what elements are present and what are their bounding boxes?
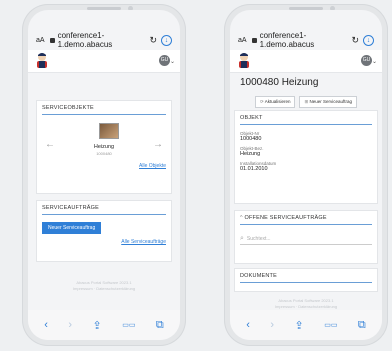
all-orders-link[interactable]: Alle Serviceaufträge: [121, 239, 166, 245]
mascot-logo-icon[interactable]: [236, 52, 252, 70]
app-header: GU ⌄: [28, 50, 180, 73]
tabs-icon[interactable]: ⧉: [358, 319, 366, 332]
lock-icon: [49, 37, 55, 43]
chevron-down-icon[interactable]: ⌄: [372, 58, 377, 65]
address-bar[interactable]: aA conference1-1.demo.abacus ↻ ↓: [36, 31, 172, 49]
phone-left: aA conference1-1.demo.abacus ↻ ↓ GU ⌄ SE…: [22, 4, 186, 346]
section-title: OFFENE SERVICEAUFTRÄGE: [244, 215, 327, 221]
search-input[interactable]: ⌕ Suchtext...: [240, 233, 372, 245]
reload-icon[interactable]: ↻: [351, 35, 359, 46]
field-list: Objekt-Nr 1000480 Objekt-Bez. Heizung In…: [235, 125, 377, 172]
section-title: OBJEKT: [240, 111, 372, 125]
reload-icon[interactable]: ↻: [149, 35, 157, 46]
field-value: 01.01.2010: [240, 166, 268, 172]
avatar[interactable]: GU: [159, 55, 170, 66]
new-order-label: Neuer Serviceauftrag: [309, 99, 353, 104]
service-objects-card: SERVICEOBJEKTE ← Heizung 1000480 → Alle …: [36, 100, 172, 194]
bookmarks-icon[interactable]: ▭▭: [122, 321, 135, 329]
arrow-right-icon[interactable]: →: [153, 139, 163, 150]
screen-right: aA conference1-1.demo.abacus ↻ ↓ GU ⌄ 10…: [230, 10, 382, 340]
service-orders-card: SERVICEAUFTRÄGE Neuer Serviceauftrag All…: [36, 200, 172, 262]
action-row: ⟳ Aktualisieren ⊞ Neuer Serviceauftrag: [230, 96, 382, 108]
forward-icon[interactable]: ›: [270, 319, 274, 331]
screen-left: aA conference1-1.demo.abacus ↻ ↓ GU ⌄ SE…: [28, 10, 180, 340]
browser-toolbar: ‹ › ⇪ ▭▭ ⧉: [28, 310, 180, 340]
refresh-label: Aktualisieren: [264, 99, 291, 104]
object-card: OBJEKT Objekt-Nr 1000480 Objekt-Bez. Hei…: [234, 110, 378, 204]
all-objects-link[interactable]: Alle Objekte: [139, 163, 166, 169]
section-title: SERVICEOBJEKTE: [42, 101, 166, 115]
avatar[interactable]: GU: [361, 55, 372, 66]
refresh-button[interactable]: ⟳ Aktualisieren: [254, 96, 296, 108]
footer: Abacus Portal Software 2023.1 Impressum …: [230, 298, 382, 310]
documents-card: DOKUMENTE: [234, 268, 378, 292]
object-name: Heizung: [93, 144, 115, 150]
chevron-down-icon[interactable]: ⌄: [170, 58, 175, 65]
phone-right: aA conference1-1.demo.abacus ↻ ↓ GU ⌄ 10…: [224, 4, 388, 346]
field-value: 1000480: [240, 136, 262, 142]
mascot-logo-icon[interactable]: [34, 52, 50, 70]
object-number: 1000480: [96, 151, 112, 156]
section-title: DOKUMENTE: [240, 269, 372, 283]
open-orders-card: ^ OFFENE SERVICEAUFTRÄGE ⌕ Suchtext...: [234, 210, 378, 264]
forward-icon[interactable]: ›: [68, 319, 72, 331]
search-icon: ⌕: [240, 234, 244, 242]
url-text[interactable]: conference1-1.demo.abacus: [260, 31, 352, 49]
search-placeholder: Suchtext...: [246, 235, 271, 242]
app-header: GU ⌄: [230, 50, 382, 73]
section-title: SERVICEAUFTRÄGE: [42, 201, 166, 215]
tabs-icon[interactable]: ⧉: [156, 319, 164, 332]
back-icon[interactable]: ‹: [44, 319, 48, 331]
object-thumbnail[interactable]: [99, 123, 119, 139]
bookmarks-icon[interactable]: ▭▭: [324, 321, 337, 329]
footer-links[interactable]: Impressum · Datenschutzerklärung: [28, 286, 180, 292]
back-icon[interactable]: ‹: [246, 319, 250, 331]
download-icon[interactable]: ↓: [363, 34, 374, 46]
new-order-button[interactable]: Neuer Serviceauftrag: [42, 222, 102, 234]
open-orders-header[interactable]: ^ OFFENE SERVICEAUFTRÄGE: [240, 211, 372, 225]
page-title: 1000480 Heizung: [240, 77, 319, 88]
browser-toolbar: ‹ › ⇪ ▭▭ ⧉: [230, 310, 382, 340]
field-value: Heizung: [240, 151, 261, 157]
share-icon[interactable]: ⇪: [93, 319, 102, 332]
download-icon[interactable]: ↓: [161, 34, 172, 46]
address-bar[interactable]: aA conference1-1.demo.abacus ↻ ↓: [238, 31, 374, 49]
new-order-button[interactable]: ⊞ Neuer Serviceauftrag: [299, 96, 358, 108]
lock-icon: [251, 37, 257, 43]
text-size-button[interactable]: aA: [36, 37, 45, 44]
footer: Abacus Portal Software 2023.1 Impressum …: [28, 280, 180, 292]
share-icon[interactable]: ⇪: [295, 319, 304, 332]
url-text[interactable]: conference1-1.demo.abacus: [58, 31, 150, 49]
text-size-button[interactable]: aA: [238, 37, 247, 44]
